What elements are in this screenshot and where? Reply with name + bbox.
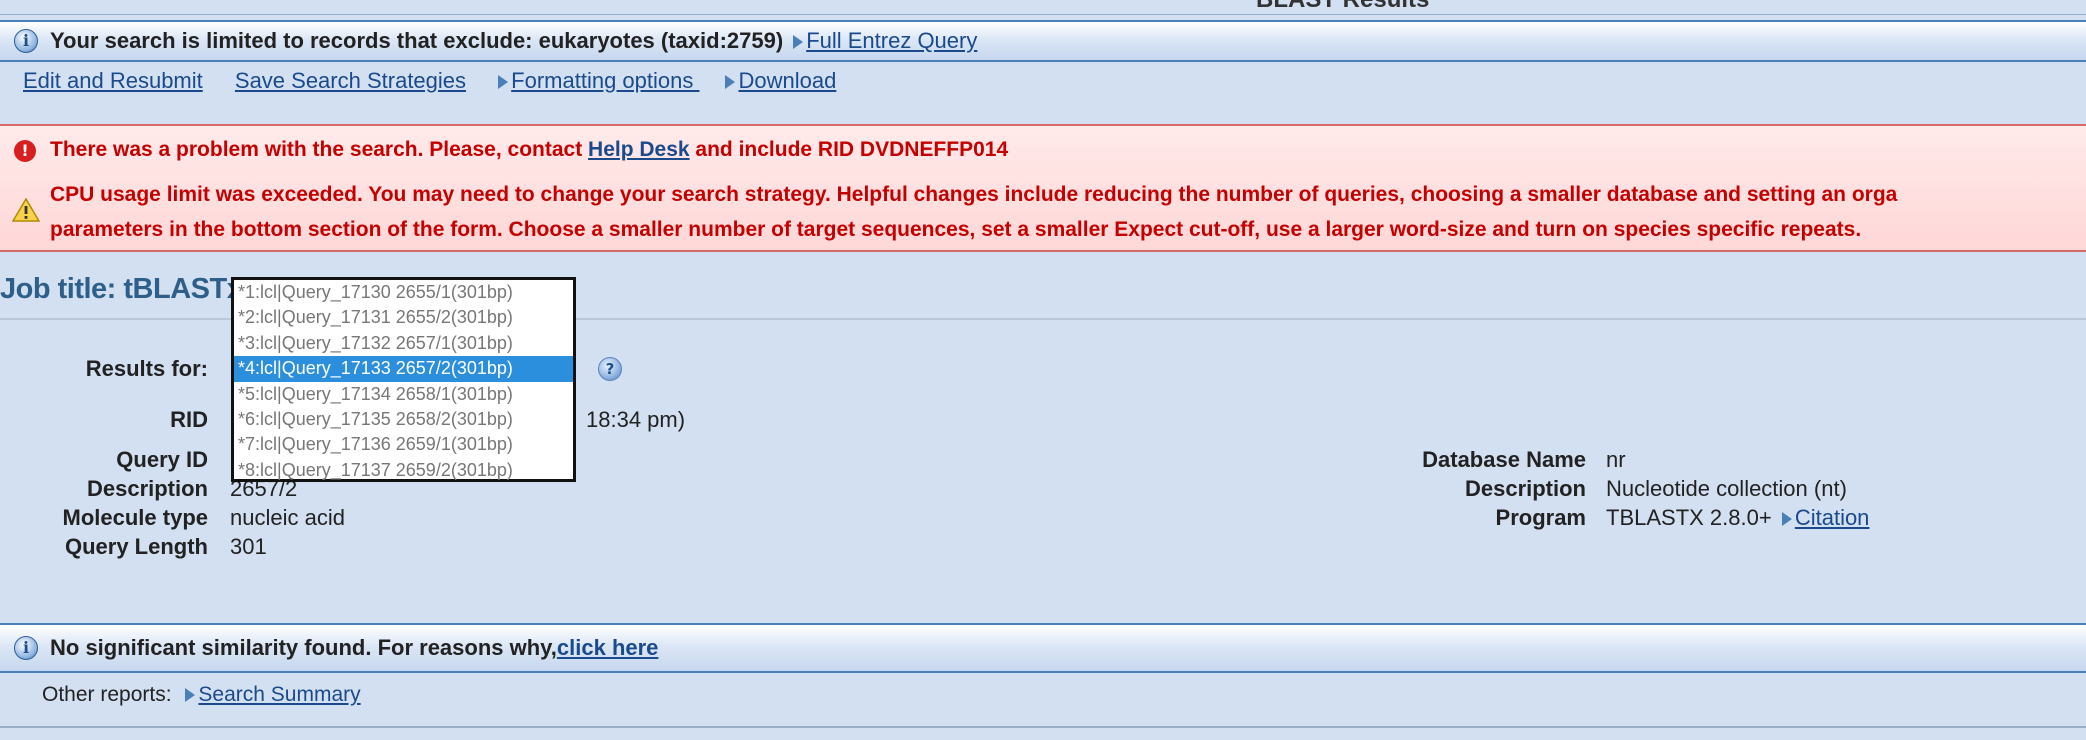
query-option-selected[interactable]: *4:lcl|Query_17133 2657/2(301bp) [234, 356, 573, 382]
info-icon: i [14, 636, 38, 660]
results-for-label: Results for: [85, 356, 208, 381]
error-icon: ! [14, 140, 36, 162]
query-option[interactable]: *7:lcl|Query_17136 2659/1(301bp) [234, 432, 573, 457]
database-name-value: nr [1606, 447, 1626, 472]
error-line-1-suffix: and include RID DVDNEFFP014 [689, 138, 1009, 161]
no-results-text: No significant similarity found. For rea… [50, 635, 557, 660]
search-limit-bar: i Your search is limited to records that… [0, 20, 2086, 62]
bottom-divider [0, 726, 2086, 728]
error-line-3: parameters in the bottom section of the … [50, 218, 1862, 241]
info-icon: i [14, 29, 38, 53]
query-option[interactable]: *1:lcl|Query_17130 2655/1(301bp) [234, 280, 573, 305]
query-length-value: 301 [230, 534, 267, 559]
citation-label[interactable]: Citation [1795, 505, 1870, 530]
expand-triangle-icon [185, 688, 196, 702]
expand-triangle-icon [793, 35, 804, 49]
help-icon[interactable]: ? [598, 357, 622, 381]
database-description-label: Description [1464, 476, 1586, 501]
error-line-1: There was a problem with the search. Ple… [50, 138, 1008, 162]
warning-icon [12, 198, 40, 222]
query-option[interactable]: *6:lcl|Query_17135 2658/2(301bp) [234, 407, 573, 432]
search-summary-link[interactable]: Search Summary [185, 683, 361, 706]
molecule-type-label: Molecule type [62, 505, 208, 530]
download-link[interactable]: Download [725, 68, 836, 93]
other-reports: Other reports: Search Summary [42, 683, 361, 707]
page-heading: BLAST Results [1256, 0, 1429, 14]
download-label[interactable]: Download [738, 68, 836, 93]
expand-triangle-icon [498, 75, 509, 89]
query-id-label: Query ID [116, 447, 208, 472]
formatting-options-link[interactable]: Formatting options [498, 68, 699, 93]
database-name-label: Database Name [1422, 447, 1586, 472]
program-label: Program [1495, 505, 1586, 530]
no-results-bar: i No significant similarity found. For r… [0, 623, 2086, 673]
top-edge: BLAST Results [0, 0, 2086, 15]
query-option[interactable]: *5:lcl|Query_17134 2658/1(301bp) [234, 382, 573, 407]
error-message-box: ! There was a problem with the search. P… [0, 124, 2086, 252]
molecule-type-value: nucleic acid [230, 505, 345, 530]
query-option[interactable]: *3:lcl|Query_17132 2657/1(301bp) [234, 331, 573, 356]
database-description-value: Nucleotide collection (nt) [1606, 476, 1847, 501]
error-line-1-prefix: There was a problem with the search. Ple… [50, 138, 589, 161]
click-here-link[interactable]: click here [557, 635, 659, 661]
program-value-row: TBLASTX 2.8.0+ Citation [1606, 505, 1869, 531]
help-desk-link[interactable]: Help Desk [588, 138, 690, 161]
other-reports-label: Other reports: [42, 683, 172, 706]
expand-triangle-icon [1781, 512, 1792, 526]
program-value: TBLASTX 2.8.0+ [1606, 505, 1772, 530]
query-option[interactable]: *2:lcl|Query_17131 2655/2(301bp) [234, 305, 573, 330]
error-line-2: CPU usage limit was exceeded. You may ne… [50, 183, 1898, 206]
query-select-dropdown[interactable]: *1:lcl|Query_17130 2655/1(301bp) *2:lcl|… [231, 277, 576, 482]
job-title: Job title: tBLASTx [0, 273, 243, 305]
formatting-options-label[interactable]: Formatting options [511, 68, 699, 93]
save-search-strategies-link[interactable]: Save Search Strategies [235, 68, 466, 93]
search-limit-text: Your search is limited to records that e… [50, 28, 784, 53]
rid-label: RID [170, 407, 208, 432]
expand-triangle-icon [725, 75, 736, 89]
description-label: Description [86, 476, 208, 501]
edit-resubmit-link[interactable]: Edit and Resubmit [23, 68, 203, 93]
full-entrez-query-link[interactable]: Full Entrez Query [793, 28, 977, 54]
citation-link[interactable]: Citation [1781, 505, 1870, 530]
action-links: Edit and Resubmit Save Search Strategies… [23, 68, 862, 94]
search-summary-label[interactable]: Search Summary [198, 683, 360, 706]
rid-time-fragment: 18:34 pm) [586, 407, 686, 432]
query-length-label: Query Length [64, 534, 208, 559]
full-entrez-query-label[interactable]: Full Entrez Query [806, 28, 977, 53]
query-option[interactable]: *8:lcl|Query_17137 2659/2(301bp) [234, 458, 573, 483]
